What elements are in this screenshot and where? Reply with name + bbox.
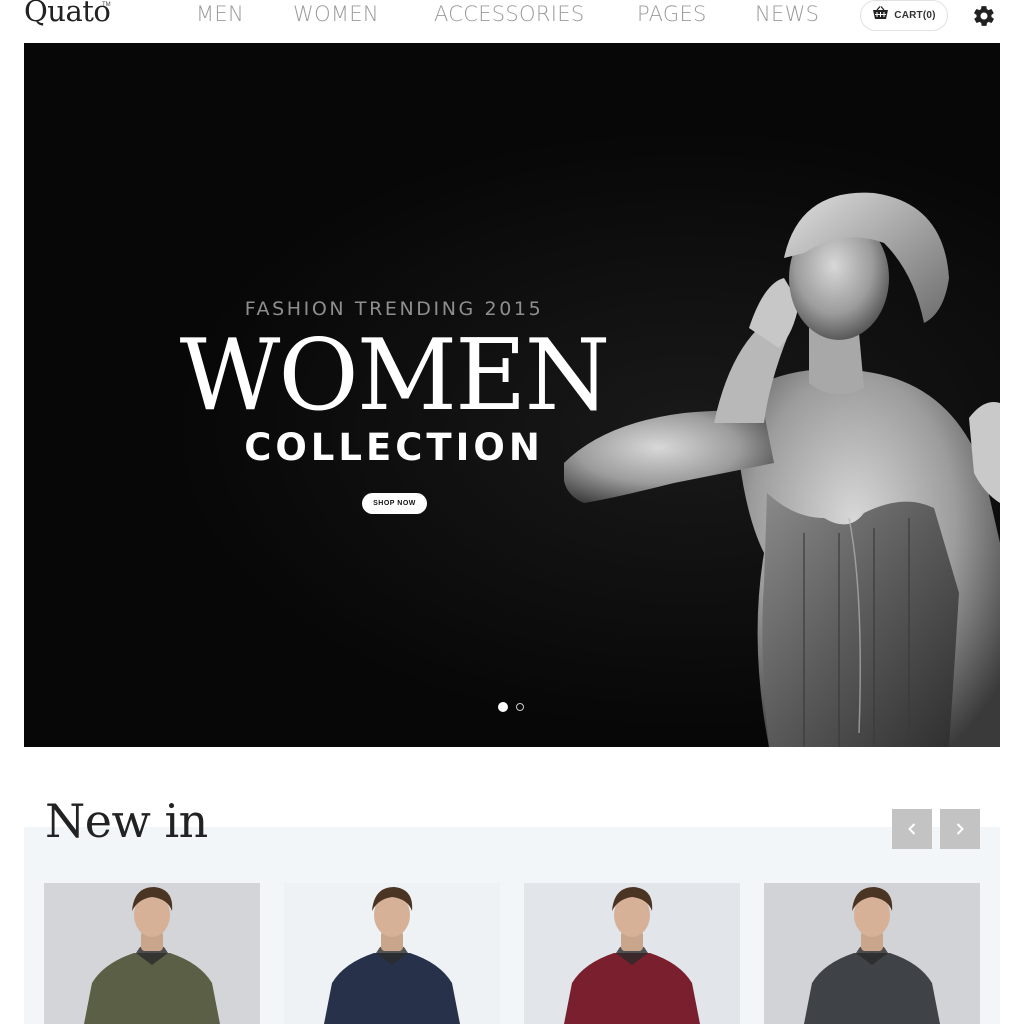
nav-men[interactable]: MEN: [196, 0, 244, 28]
gear-icon[interactable]: [972, 4, 996, 28]
product-image: [564, 887, 700, 1024]
nav-pages[interactable]: PAGES: [637, 0, 707, 28]
slide-dot-1[interactable]: [498, 702, 508, 712]
site-header: Quato TM MEN WOMEN ACCESSORIES PAGES NEW…: [0, 0, 1024, 42]
chevron-right-icon: [956, 823, 964, 835]
product-card[interactable]: [764, 883, 980, 1024]
product-image: [84, 887, 220, 1024]
product-image: [324, 887, 460, 1024]
product-card[interactable]: [284, 883, 500, 1024]
basket-icon: [872, 6, 889, 25]
product-card[interactable]: [524, 883, 740, 1024]
logo[interactable]: Quato: [24, 0, 111, 28]
section-title: New in: [45, 794, 208, 848]
slider-pagination: [498, 702, 524, 712]
shop-now-button[interactable]: SHOP NOW: [362, 493, 427, 514]
logo-trademark: TM: [102, 2, 111, 8]
nav-news[interactable]: NEWS: [755, 0, 819, 28]
product-card[interactable]: [44, 883, 260, 1024]
nav-women[interactable]: WOMEN: [293, 0, 379, 28]
hero-title: WOMEN: [179, 319, 611, 433]
hero-subtitle: COLLECTION: [244, 426, 544, 469]
nav-accessories[interactable]: ACCESSORIES: [434, 0, 584, 28]
product-image: [804, 887, 940, 1024]
carousel-next-button[interactable]: [940, 809, 980, 849]
carousel-prev-button[interactable]: [892, 809, 932, 849]
chevron-left-icon: [908, 823, 916, 835]
cart-button[interactable]: CART(0): [860, 0, 948, 31]
hero-slider: FASHION TRENDING 2015 WOMEN COLLECTION S…: [24, 43, 1000, 747]
cart-label: CART(0): [894, 10, 936, 21]
slide-dot-2[interactable]: [516, 703, 524, 711]
hero-kicker: FASHION TRENDING 2015: [244, 298, 544, 320]
